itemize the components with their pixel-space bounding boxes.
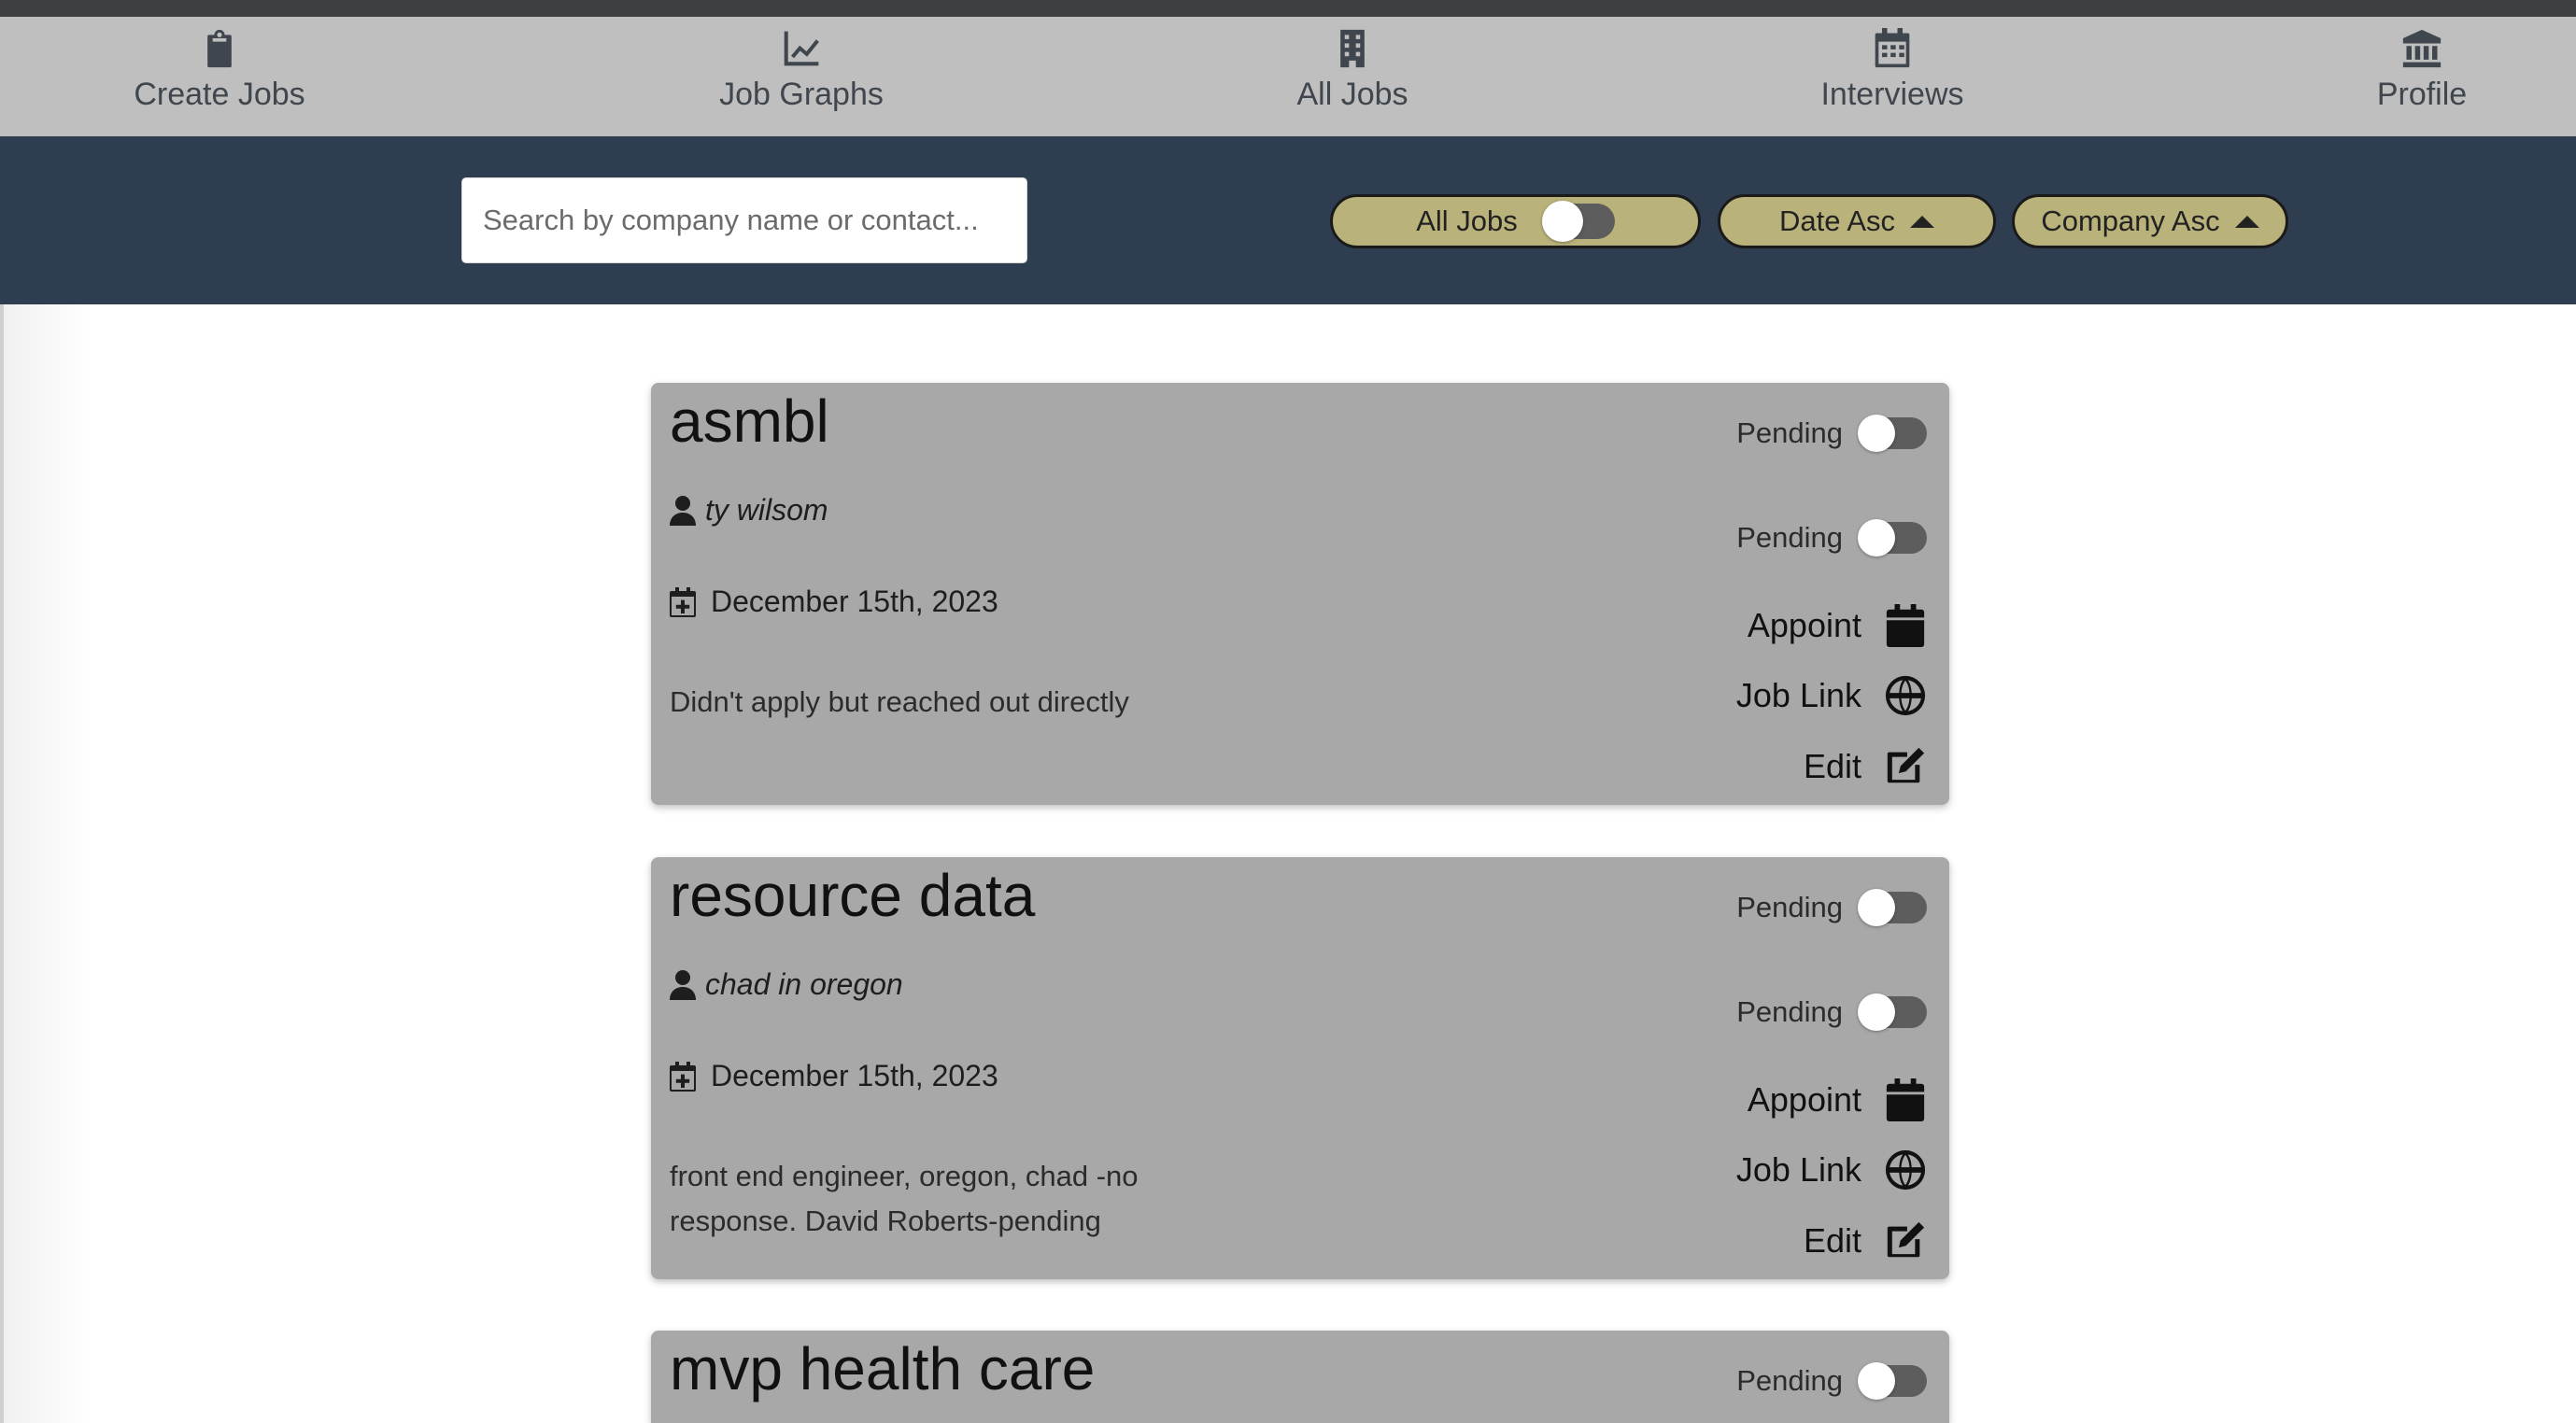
job-link-button[interactable]: Job Link bbox=[1736, 674, 1927, 717]
appoint-button[interactable]: Appoint bbox=[1748, 604, 1927, 647]
nav-label: Profile bbox=[2376, 77, 2468, 112]
status-row-1: Pending bbox=[1736, 415, 1927, 452]
user-icon bbox=[670, 969, 696, 1000]
all-jobs-filter-label: All Jobs bbox=[1416, 204, 1518, 237]
caret-up-icon bbox=[2234, 215, 2259, 228]
date-text: December 15th, 2023 bbox=[711, 585, 998, 618]
top-nav: Create Jobs Job Graphs All Jobs Intervie… bbox=[0, 17, 2576, 136]
company-name: resource data bbox=[670, 862, 1036, 929]
status-toggle[interactable] bbox=[1858, 889, 1927, 926]
appoint-label: Appoint bbox=[1747, 606, 1861, 644]
status-toggle[interactable] bbox=[1858, 1362, 1927, 1400]
building-icon bbox=[1340, 29, 1365, 68]
nav-label: Interviews bbox=[1820, 77, 1964, 112]
nav-interviews[interactable]: Interviews bbox=[1799, 17, 1986, 136]
user-icon bbox=[670, 495, 696, 526]
nav-job-graphs[interactable]: Job Graphs bbox=[708, 17, 895, 136]
window-top-strip bbox=[0, 0, 2576, 17]
job-card: asmbl ty wilsom December 15th, 2023 Didn… bbox=[651, 383, 1949, 805]
status-label: Pending bbox=[1736, 416, 1843, 449]
chart-line-icon bbox=[784, 31, 819, 66]
toggle-knob bbox=[1858, 993, 1895, 1031]
job-card: resource data chad in oregon December 15… bbox=[651, 857, 1949, 1279]
status-label: Pending bbox=[1736, 521, 1843, 554]
caret-up-icon bbox=[1910, 215, 1935, 228]
bank-icon bbox=[2402, 29, 2442, 68]
edit-icon bbox=[1887, 1221, 1925, 1258]
edit-button[interactable]: Edit bbox=[1804, 1219, 1927, 1262]
all-jobs-filter-pill[interactable]: All Jobs bbox=[1330, 194, 1701, 248]
status-row-2: Pending bbox=[1736, 519, 1927, 557]
toggle-knob bbox=[1858, 1362, 1895, 1400]
date-text: December 15th, 2023 bbox=[711, 1059, 998, 1092]
status-label: Pending bbox=[1736, 891, 1843, 923]
toggle-knob bbox=[1858, 415, 1895, 452]
status-toggle[interactable] bbox=[1858, 993, 1927, 1031]
date: December 15th, 2023 bbox=[670, 1059, 998, 1093]
job-card: mvp health care Pending bbox=[651, 1331, 1949, 1423]
toggle-knob bbox=[1858, 519, 1895, 557]
job-link-button[interactable]: Job Link bbox=[1736, 1148, 1927, 1191]
contact-name: ty wilsom bbox=[705, 493, 828, 527]
company-sort-button[interactable]: Company Asc bbox=[2012, 194, 2288, 248]
search-input[interactable] bbox=[461, 177, 1027, 263]
all-jobs-toggle[interactable] bbox=[1541, 201, 1615, 242]
job-link-label: Job Link bbox=[1735, 676, 1861, 714]
status-row-1: Pending bbox=[1736, 1362, 1927, 1400]
contact: ty wilsom bbox=[670, 493, 828, 528]
filter-bar: All Jobs Date Asc Company Asc bbox=[0, 136, 2576, 304]
status-row-2: Pending bbox=[1736, 993, 1927, 1031]
status-label: Pending bbox=[1736, 1364, 1843, 1397]
left-shadow bbox=[4, 304, 88, 1423]
clipboard-icon bbox=[207, 29, 232, 68]
calendar-icon bbox=[1875, 28, 1910, 68]
calendar-plus-icon bbox=[670, 586, 696, 617]
appoint-label: Appoint bbox=[1747, 1080, 1861, 1119]
calendar-plus-icon bbox=[670, 1061, 696, 1092]
date: December 15th, 2023 bbox=[670, 585, 998, 619]
edit-icon bbox=[1887, 747, 1925, 783]
job-notes: front end engineer, oregon, chad -no res… bbox=[670, 1160, 1139, 1237]
edit-button[interactable]: Edit bbox=[1804, 745, 1927, 788]
date-sort-label: Date Asc bbox=[1778, 204, 1896, 237]
job-notes: Didn't apply but reached out directly bbox=[670, 685, 1129, 718]
contact: chad in oregon bbox=[670, 967, 903, 1002]
nav-label: Create Jobs bbox=[134, 77, 305, 112]
globe-icon bbox=[1885, 675, 1926, 716]
nav-create-jobs[interactable]: Create Jobs bbox=[126, 17, 313, 136]
edit-label: Edit bbox=[1803, 1221, 1861, 1260]
calendar-icon bbox=[1886, 1078, 1925, 1121]
company-sort-label: Company Asc bbox=[2041, 204, 2220, 237]
appoint-button[interactable]: Appoint bbox=[1748, 1078, 1927, 1121]
company-name: mvp health care bbox=[670, 1335, 1096, 1402]
status-toggle[interactable] bbox=[1858, 415, 1927, 452]
nav-label: All Jobs bbox=[1296, 77, 1408, 112]
toggle-knob bbox=[1858, 889, 1895, 926]
edit-label: Edit bbox=[1803, 747, 1861, 785]
toggle-knob bbox=[1541, 201, 1583, 242]
job-link-label: Job Link bbox=[1735, 1150, 1861, 1189]
contact-name: chad in oregon bbox=[705, 967, 903, 1001]
globe-icon bbox=[1885, 1149, 1926, 1191]
status-toggle[interactable] bbox=[1858, 519, 1927, 557]
nav-all-jobs[interactable]: All Jobs bbox=[1259, 17, 1446, 136]
status-row-1: Pending bbox=[1736, 889, 1927, 926]
calendar-icon bbox=[1886, 604, 1925, 647]
nav-label: Job Graphs bbox=[719, 77, 884, 112]
date-sort-button[interactable]: Date Asc bbox=[1718, 194, 1996, 248]
status-label: Pending bbox=[1736, 995, 1843, 1028]
company-name: asmbl bbox=[670, 387, 829, 455]
nav-profile[interactable]: Profile bbox=[2328, 17, 2515, 136]
